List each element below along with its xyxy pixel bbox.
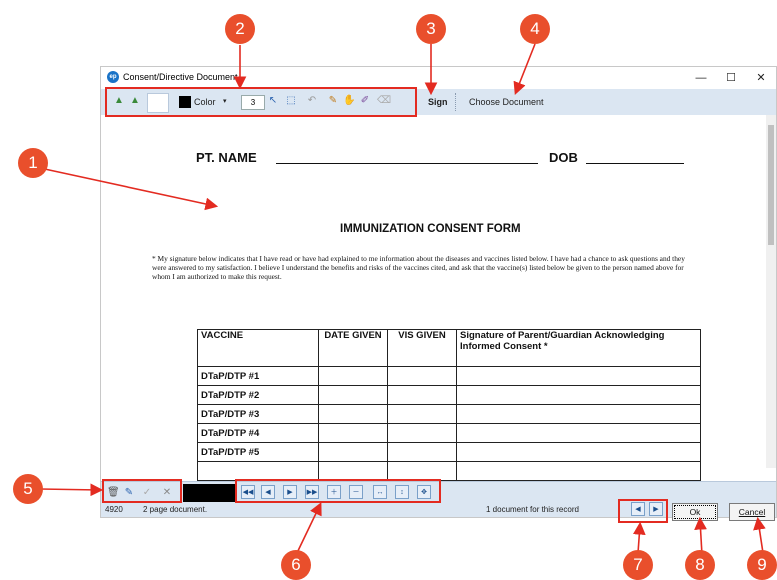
arrow-1 [39, 167, 219, 211]
annotation-arrows [39, 43, 766, 556]
callout-6: 6 [281, 550, 311, 580]
callout-4: 4 [520, 14, 550, 44]
arrow-9 [753, 516, 766, 554]
arrow-4 [513, 43, 536, 95]
callout-7: 7 [623, 550, 653, 580]
arrow-7 [632, 521, 646, 554]
callout-8: 8 [685, 550, 715, 580]
arrow-6 [295, 502, 322, 556]
callout-2: 2 [225, 14, 255, 44]
callout-3: 3 [416, 14, 446, 44]
callout-5: 5 [13, 474, 43, 504]
arrow-5 [39, 483, 104, 497]
callout-1: 1 [18, 148, 48, 178]
callout-9: 9 [747, 550, 777, 580]
